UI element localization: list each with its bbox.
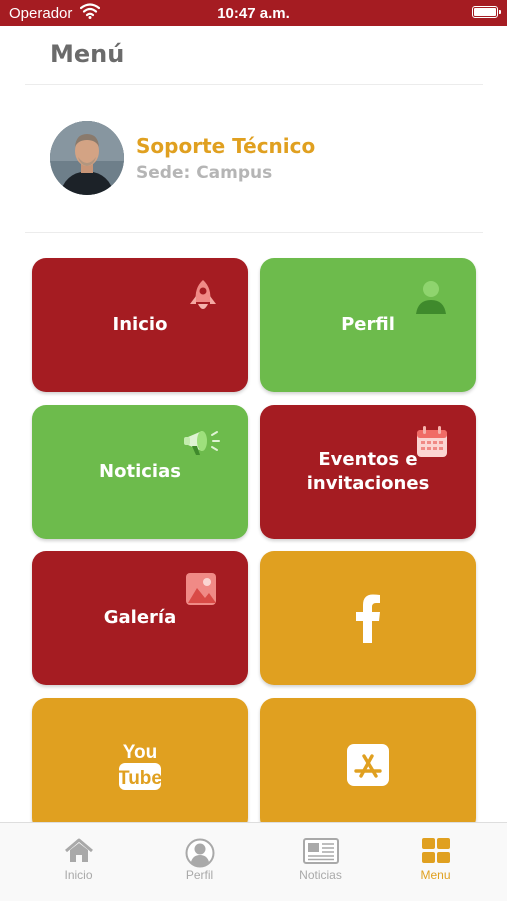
battery-icon <box>472 6 501 18</box>
person-icon <box>414 278 448 320</box>
youtube-icon: You Tube <box>32 698 248 832</box>
app-store-icon <box>260 698 476 832</box>
svg-text:Tube: Tube <box>118 768 162 789</box>
tile-inicio[interactable]: Inicio <box>32 258 248 392</box>
tile-app-store[interactable] <box>260 698 476 832</box>
tile-noticias[interactable]: Noticias <box>32 405 248 539</box>
profile-sede: Sede: Campus <box>136 163 273 183</box>
grid-icon <box>372 838 499 864</box>
person-circle-icon <box>136 838 263 868</box>
tab-perfil[interactable]: Perfil <box>136 823 263 901</box>
megaphone-icon <box>184 425 220 465</box>
divider <box>25 232 483 233</box>
tab-label: Perfil <box>185 868 214 882</box>
svg-text:You: You <box>123 742 157 763</box>
page-title: Menú <box>50 40 125 68</box>
profile-name: Soporte Técnico <box>136 134 316 158</box>
tile-youtube[interactable]: You Tube <box>32 698 248 832</box>
newspaper-icon <box>257 838 384 864</box>
tile-facebook[interactable] <box>260 551 476 685</box>
tab-noticias[interactable]: Noticias <box>257 823 384 901</box>
home-icon <box>15 838 142 864</box>
tab-label: Noticias <box>299 868 342 882</box>
tab-bar: Inicio Perfil Noticias Menu <box>0 822 507 901</box>
calendar-icon <box>415 425 449 463</box>
tab-menu[interactable]: Menu <box>372 823 499 901</box>
tile-perfil[interactable]: Perfil <box>260 258 476 392</box>
avatar <box>50 121 124 195</box>
image-icon <box>184 571 218 611</box>
divider <box>25 84 483 85</box>
rocket-icon <box>186 278 220 320</box>
tile-eventos-invitaciones[interactable]: Eventos e invitaciones <box>260 405 476 539</box>
tab-label: Menu <box>420 868 451 882</box>
facebook-icon <box>260 551 476 685</box>
tile-galeria[interactable]: Galería <box>32 551 248 685</box>
tab-inicio[interactable]: Inicio <box>15 823 142 901</box>
tab-label: Inicio <box>64 868 93 882</box>
status-bar: Operador 10:47 a.m. <box>0 0 507 26</box>
status-time: 10:47 a.m. <box>217 5 290 22</box>
